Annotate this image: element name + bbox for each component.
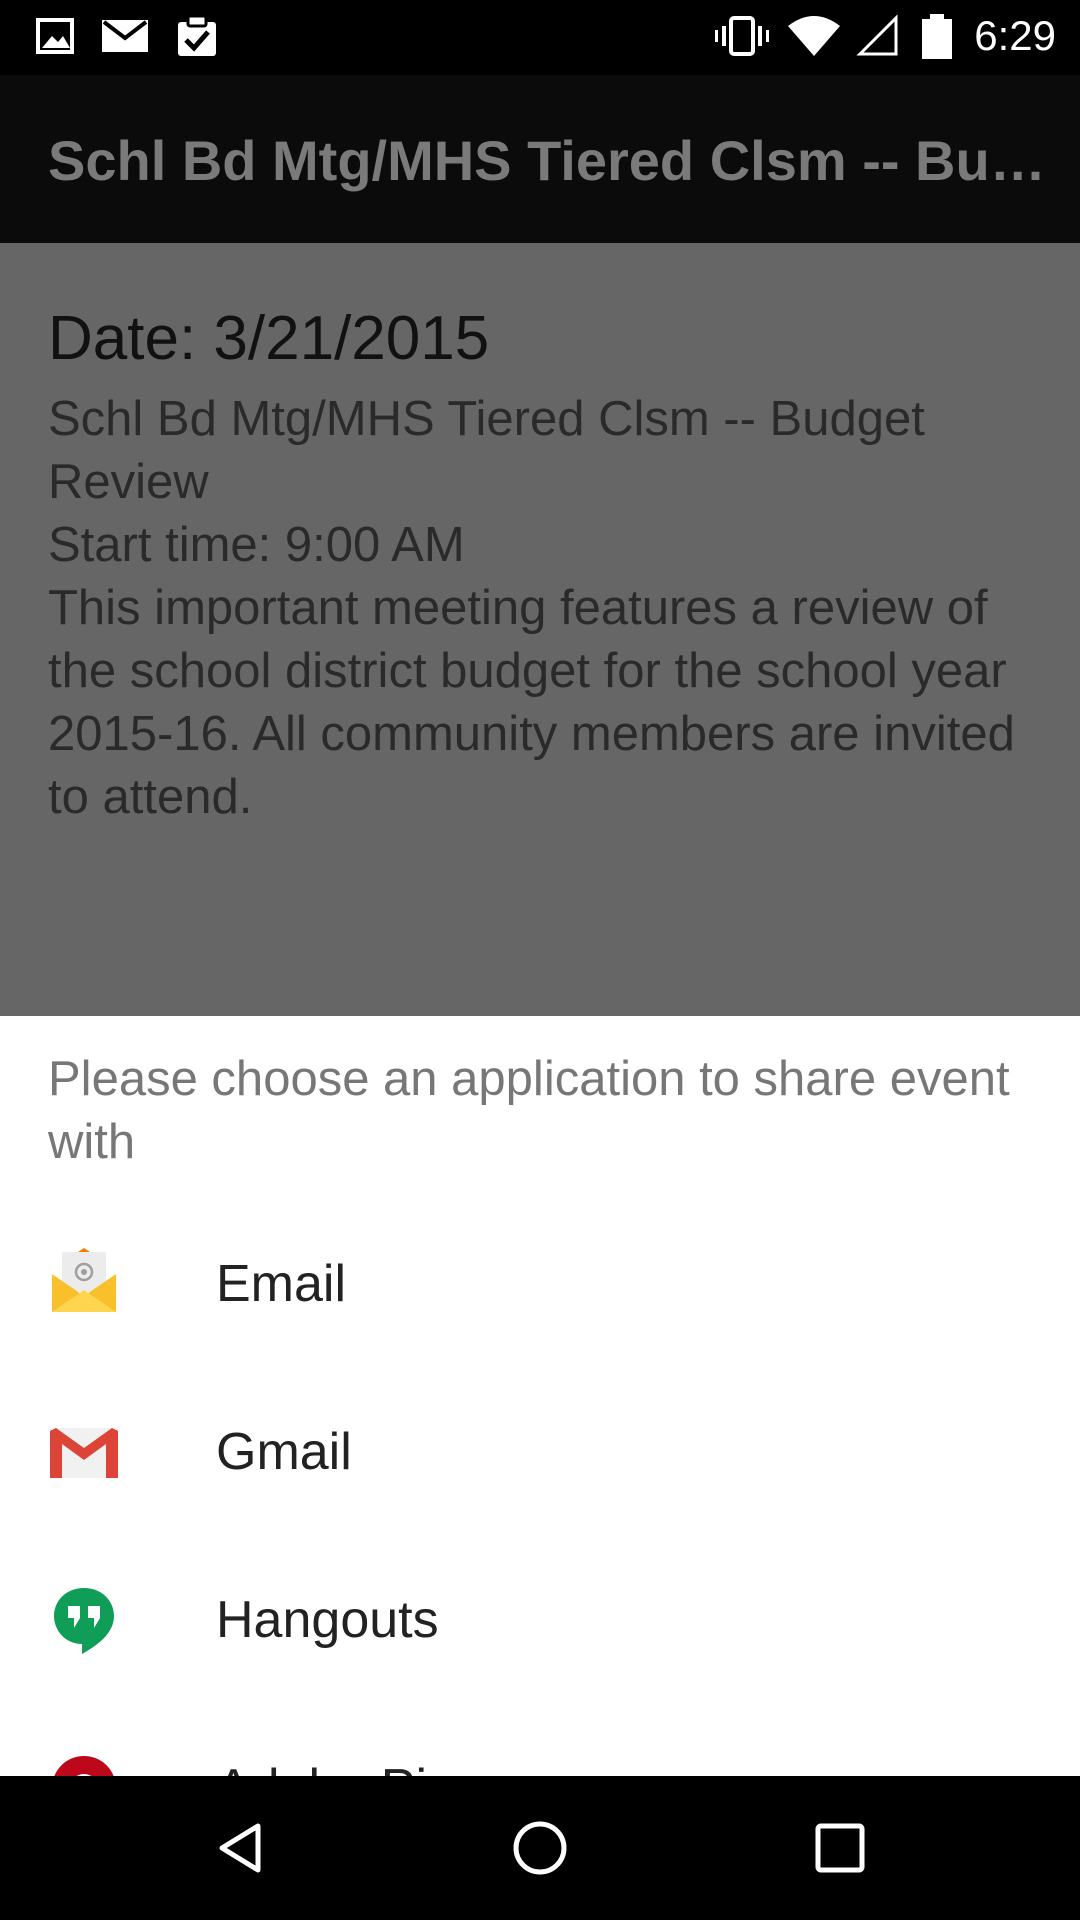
back-icon[interactable] [204,1812,276,1884]
recents-icon[interactable] [804,1812,876,1884]
share-prompt: Please choose an application to share ev… [48,1052,1010,1169]
event-start-time: Start time: 9:00 AM [48,518,465,572]
event-details[interactable]: Date: 3/21/2015 Schl Bd Mtg/MHS Tiered C… [0,243,1080,1016]
image-icon [36,18,74,54]
share-sheet: Please choose an application to share ev… [0,1016,1080,1776]
share-option-pinterest[interactable]: Adobe Pi... [0,1704,1080,1776]
pinterest-icon [54,1756,114,1776]
page-title: Schl Bd Mtg/MHS Tiered Clsm -- Budget Re… [48,129,1048,192]
signal-icon [856,14,898,56]
mail-icon [102,20,148,52]
share-option-label: Email [216,1255,347,1313]
share-option-label: Adobe Pi... [216,1758,470,1776]
home-icon[interactable] [504,1812,576,1884]
share-option-label: Hangouts [216,1591,439,1649]
clipboard-check-icon [178,14,216,56]
clock: 6:29 [974,12,1056,59]
event-description: This important meeting features a review… [48,581,1015,824]
event-title: Schl Bd Mtg/MHS Tiered Clsm -- Budget Re… [48,392,925,509]
share-option-email[interactable]: Email [0,1200,1080,1368]
event-date: Date: 3/21/2015 [48,304,490,373]
share-option-hangouts[interactable]: Hangouts [0,1536,1080,1704]
event-body: Schl Bd Mtg/MHS Tiered Clsm -- Budget Re… [48,388,1038,829]
share-option-gmail[interactable]: Gmail [0,1368,1080,1536]
navigation-bar [0,1776,1080,1920]
hangouts-icon [54,1588,114,1654]
email-app-icon [52,1248,116,1312]
status-bar: 6:29 [0,0,1080,75]
app-bar: Schl Bd Mtg/MHS Tiered Clsm -- Budget Re… [0,75,1080,243]
share-option-label: Gmail [216,1423,352,1481]
gmail-icon [50,1428,118,1478]
battery-icon [922,14,952,59]
vibrate-icon [715,16,769,56]
wifi-icon [788,16,840,56]
